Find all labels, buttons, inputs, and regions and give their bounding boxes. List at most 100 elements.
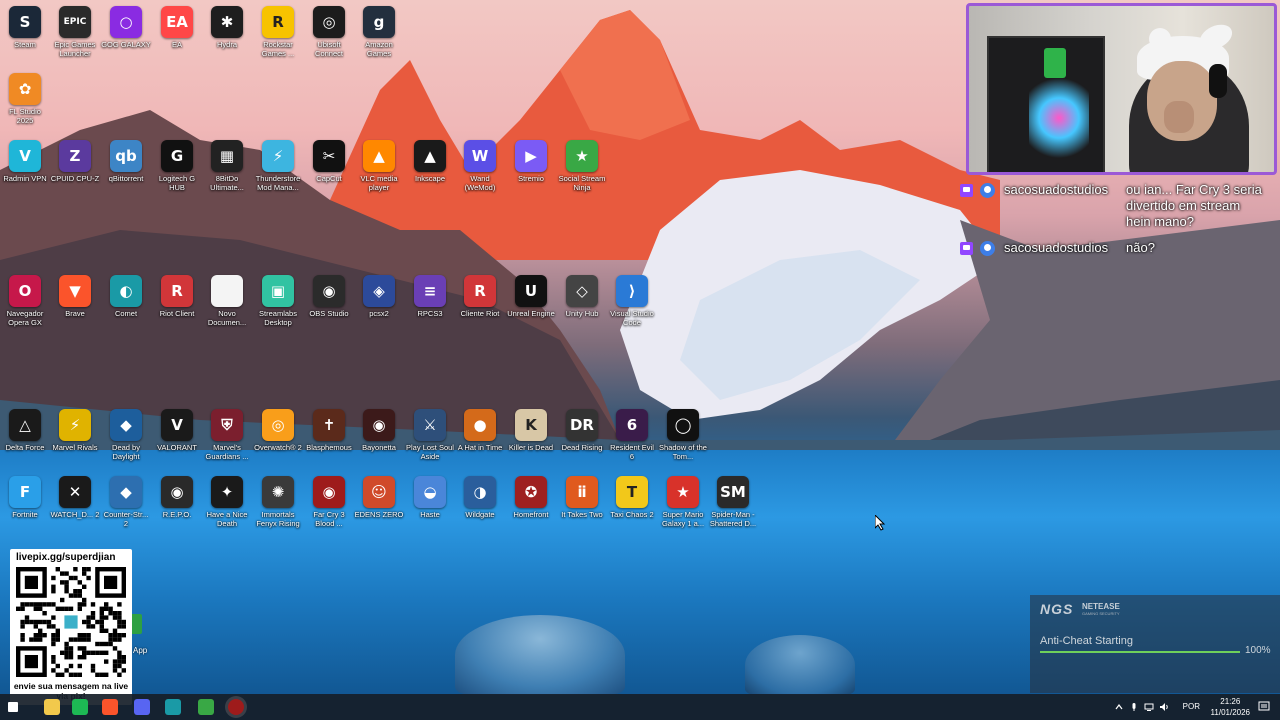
desktop-shortcut-label: EDENS ZERO	[354, 510, 404, 519]
desktop-shortcut[interactable]: F Fortnite	[0, 476, 50, 519]
desktop-shortcut[interactable]: SM Spider-Man - Shattered D...	[708, 476, 758, 528]
network-icon[interactable]	[1144, 702, 1154, 712]
desktop-shortcut-label: Rockstar Games ...	[261, 40, 295, 58]
desktop-shortcut[interactable]: R Riot Client	[152, 275, 202, 318]
desktop-shortcut[interactable]: O Navegador Opera GX	[0, 275, 50, 327]
desktop-shortcut[interactable]: ▣ Streamlabs Desktop	[253, 275, 303, 327]
ubisoft-icon: ◎	[313, 6, 345, 38]
desktop-shortcut[interactable]: V Radmin VPN	[0, 140, 50, 183]
comet-taskbar-icon[interactable]	[165, 699, 181, 715]
microphone-icon[interactable]	[1129, 702, 1139, 712]
desktop-shortcut[interactable]: ✱ Hydra	[202, 6, 252, 49]
chevron-up-icon[interactable]	[1114, 702, 1124, 712]
volume-icon[interactable]	[1159, 702, 1169, 712]
qbittorrent-icon: qb	[110, 140, 142, 172]
desktop-shortcut-label: Navegador Opera GX	[6, 309, 44, 327]
desktop-shortcut-label: It Takes Two	[561, 510, 603, 519]
desktop-shortcut[interactable]: ▦ 8BitDo Ultimate...	[202, 140, 252, 192]
desktop-shortcut[interactable]: ◉ R.E.P.O.	[152, 476, 202, 519]
desktop-shortcut[interactable]: ✝ Blasphemous	[304, 409, 354, 452]
desktop-shortcut[interactable]: T Taxi Chaos 2	[607, 476, 657, 519]
desktop-shortcut[interactable]: ✪ Homefront	[506, 476, 556, 519]
ngs-brand: NETEASE	[1082, 602, 1120, 611]
desktop-shortcut[interactable]: △ Delta Force	[0, 409, 50, 452]
desktop-shortcut[interactable]: ◒ Haste	[405, 476, 455, 519]
desktop-shortcut[interactable]: Z CPUID CPU-Z	[50, 140, 100, 183]
clock[interactable]: 21:26 11/01/2026	[1211, 696, 1250, 718]
desktop-shortcut[interactable]: ☺ EDENS ZERO	[354, 476, 404, 519]
desktop-shortcut[interactable]: ◑ Wildgate	[455, 476, 505, 519]
desktop-shortcut-label: WATCH_D... 2	[50, 510, 100, 519]
chat-text: ou ian... Far Cry 3 seria divertido em s…	[1126, 182, 1262, 229]
desktop-shortcut-label: Shadow of the Tom...	[659, 443, 707, 461]
desktop-shortcut[interactable]: ◯ Shadow of the Tom...	[658, 409, 708, 461]
desktop-shortcut[interactable]: qb qBittorrent	[101, 140, 151, 183]
desktop-shortcut[interactable]: ◉ OBS Studio	[304, 275, 354, 318]
desktop-shortcut[interactable]: V VALORANT	[152, 409, 202, 452]
desktop-shortcut[interactable]: ◆ Dead by Daylight	[101, 409, 151, 461]
desktop-shortcut[interactable]: ▼ Brave	[50, 275, 100, 318]
qr-code-icon	[16, 567, 126, 677]
desktop-shortcut[interactable]: ◐ Comet	[101, 275, 151, 318]
desktop-shortcut[interactable]: ⚡ Thunderstore Mod Mana...	[253, 140, 303, 192]
haste-icon: ◒	[414, 476, 446, 508]
desktop-shortcut[interactable]: ✦ Have a Nice Death	[202, 476, 252, 528]
desktop-shortcut[interactable]: 6 Resident Evil 6	[607, 409, 657, 461]
desktop-shortcut[interactable]: ▶ Stremio	[506, 140, 556, 183]
spotify-icon[interactable]	[72, 699, 88, 715]
desktop-shortcut[interactable]: ● A Hat in Time	[455, 409, 505, 452]
desktop-shortcut[interactable]: Novo Documen...	[202, 275, 252, 327]
desktop-shortcut[interactable]: DR Dead Rising	[557, 409, 607, 452]
desktop-shortcut[interactable]: K Killer is Dead	[506, 409, 556, 452]
desktop-shortcut[interactable]: ⛨ Marvel's Guardians ...	[202, 409, 252, 461]
desktop-shortcut[interactable]: ▲ VLC media player	[354, 140, 404, 192]
anticheat-toast: NGS NETEASE GAMING SECURITY Anti-Cheat S…	[1030, 595, 1280, 693]
brave-taskbar-icon[interactable]	[102, 699, 118, 715]
desktop-shortcut[interactable]: R Cliente Riot	[455, 275, 505, 318]
desktop-shortcut[interactable]: ⅱ It Takes Two	[557, 476, 607, 519]
desktop-shortcut[interactable]: ◉ Bayonetta	[354, 409, 404, 452]
desktop-shortcut[interactable]: ◎ Overwatch® 2	[253, 409, 303, 452]
language-indicator[interactable]: POR	[1183, 702, 1200, 711]
desktop-shortcut[interactable]: ◆ Counter-Str... 2	[101, 476, 151, 528]
desktop-shortcut[interactable]: ▲ Inkscape	[405, 140, 455, 183]
desktop-shortcut-label: VLC media player	[360, 174, 398, 192]
desktop-shortcut[interactable]: ✂ CapCut	[304, 140, 354, 183]
desktop-shortcut[interactable]: U Unreal Engine	[506, 275, 556, 318]
start-icon[interactable]	[8, 702, 18, 712]
desktop-shortcut-label: Homefront	[513, 510, 549, 519]
desktop-shortcut[interactable]: ◎ Ubisoft Connect	[304, 6, 354, 58]
desktop-shortcut[interactable]: ◇ Unity Hub	[557, 275, 607, 318]
desktop-shortcut[interactable]: W Wand (WeMod)	[455, 140, 505, 192]
desktop-shortcut[interactable]: EPIC Epic Games Launcher	[50, 6, 100, 58]
notifications-icon[interactable]	[1258, 701, 1270, 713]
discord-icon[interactable]	[134, 699, 150, 715]
chat-message: sacosuadostudios ou ian... Far Cry 3 ser…	[960, 182, 1278, 240]
desktop-shortcut[interactable]: S Steam	[0, 6, 50, 49]
desktop-shortcut[interactable]: ✕ WATCH_D... 2	[50, 476, 100, 519]
desktop-shortcut[interactable]: ⚔ Play Lost Soul Aside	[405, 409, 455, 461]
radmin-vpn-icon: V	[9, 140, 41, 172]
desktop-shortcut-label: Bayonetta	[362, 443, 396, 452]
desktop-shortcut[interactable]: ★ Social Stream Ninja	[557, 140, 607, 192]
chat-text: não?	[1126, 240, 1155, 255]
desktop-shortcut[interactable]: ≡ RPCS3	[405, 275, 455, 318]
desktop-shortcut[interactable]: R Rockstar Games ...	[253, 6, 303, 58]
twitch-icon	[960, 242, 973, 255]
desktop-shortcut[interactable]: ◉ Far Cry 3 Blood ...	[304, 476, 354, 528]
homefront-icon: ✪	[515, 476, 547, 508]
desktop-shortcut[interactable]: ◈ pcsx2	[354, 275, 404, 318]
desktop-shortcut[interactable]: EA EA	[152, 6, 202, 49]
far-cry-taskbar-icon[interactable]	[228, 699, 244, 715]
desktop-shortcut[interactable]: G Logitech G HUB	[152, 140, 202, 192]
desktop-shortcut[interactable]: ★ Super Mario Galaxy 1 a...	[658, 476, 708, 528]
desktop-shortcut[interactable]: g Amazon Games	[354, 6, 404, 58]
desktop-shortcut[interactable]: ✺ Immortals Fenyx Rising	[253, 476, 303, 528]
desktop-shortcut[interactable]: ○ GOG GALAXY	[101, 6, 151, 49]
desktop-shortcut[interactable]: ⚡ Marvel Rivals	[50, 409, 100, 452]
social-stream-taskbar-icon[interactable]	[198, 699, 214, 715]
desktop-shortcut[interactable]: ✿ FL Studio 2025	[0, 73, 50, 125]
file-explorer-icon[interactable]	[44, 699, 60, 715]
taskbar: POR 21:26 11/01/2026	[0, 694, 1280, 720]
desktop-shortcut[interactable]: ⟩ Visual Studio Code	[607, 275, 657, 327]
